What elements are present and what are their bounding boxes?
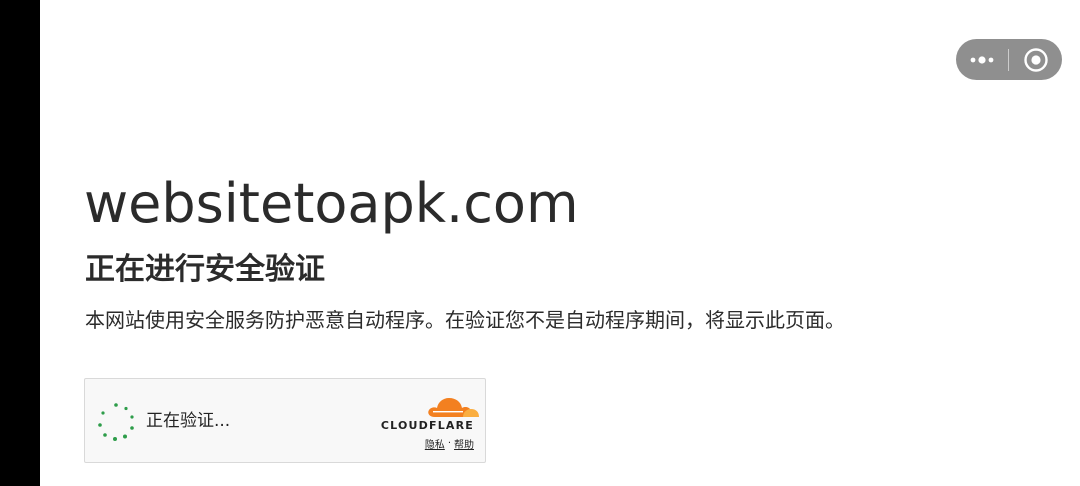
cloudflare-cloud-icon xyxy=(428,398,479,417)
widget-links: 隐私 · 帮助 xyxy=(425,436,474,451)
verification-description: 本网站使用安全服务防护恶意自动程序。在验证您不是自动程序期间，将显示此页面。 xyxy=(85,308,845,332)
help-link[interactable]: 帮助 xyxy=(454,436,474,451)
privacy-link[interactable]: 隐私 xyxy=(425,436,445,451)
mini-program-capsule xyxy=(956,39,1062,80)
close-button[interactable] xyxy=(1009,39,1062,80)
target-close-icon xyxy=(1023,47,1048,72)
site-title: websitetoapk.com xyxy=(84,172,579,235)
more-dots-icon xyxy=(970,55,994,64)
verification-heading: 正在进行安全验证 xyxy=(85,252,325,287)
loading-spinner-icon xyxy=(98,403,134,441)
verifying-status: 正在验证... xyxy=(146,411,231,431)
cloudflare-wordmark: CLOUDFLARE xyxy=(380,419,474,432)
more-button[interactable] xyxy=(956,39,1008,80)
link-separator: · xyxy=(447,438,451,449)
cloudflare-turnstile-widget[interactable]: 正在验证... CLOUDFLARE 隐私 · 帮助 xyxy=(84,378,486,463)
left-edge-strip xyxy=(0,0,40,486)
